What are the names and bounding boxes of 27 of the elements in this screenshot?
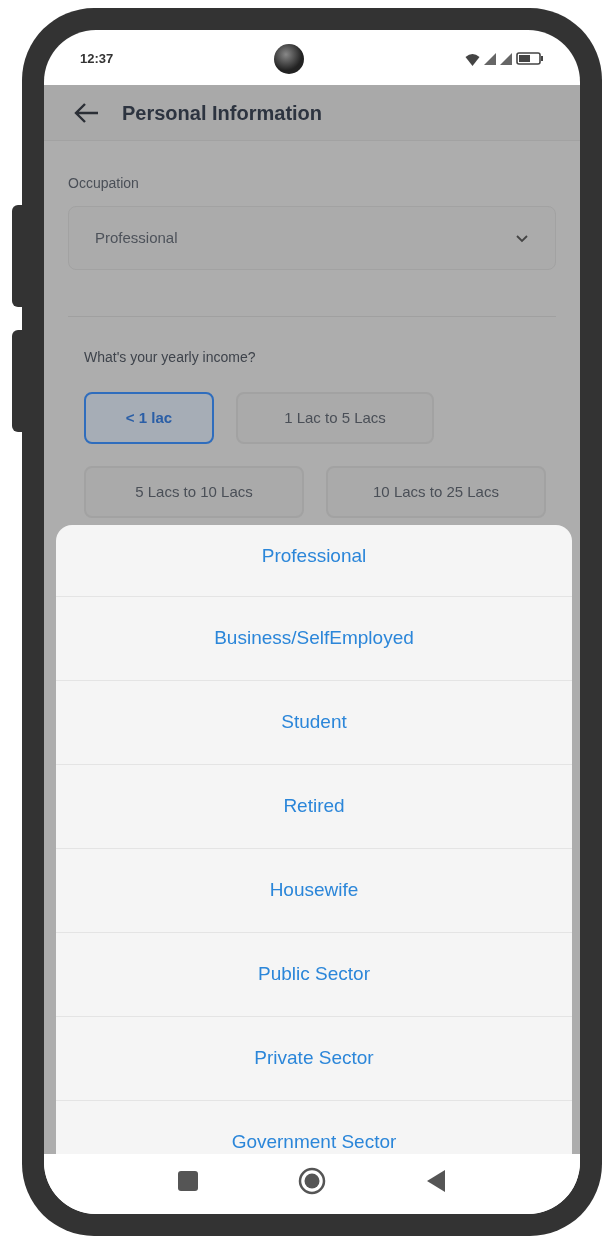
income-option[interactable]: 10 Lacs to 25 Lacs — [326, 466, 546, 518]
dropdown-value: Professional — [95, 227, 178, 248]
screen-title: Personal Information — [122, 100, 323, 126]
back-nav-icon[interactable] — [426, 1169, 446, 1193]
occupation-option[interactable]: Private Sector — [254, 1044, 374, 1073]
status-time: 12:37 — [80, 49, 114, 68]
income-question: What's your yearly income? — [84, 348, 257, 367]
home-nav-icon[interactable] — [298, 1167, 326, 1195]
field-label: Occupation — [68, 174, 140, 193]
camera-icon — [274, 43, 305, 74]
occupation-option[interactable]: Business/SelfEmployed — [214, 624, 414, 653]
occupation-option[interactable]: Retired — [283, 792, 345, 821]
occupation-option[interactable]: Housewife — [269, 876, 359, 905]
signal-icon — [500, 52, 512, 65]
occupation-option[interactable]: Student — [281, 708, 347, 737]
wifi-icon — [465, 51, 480, 66]
income-option[interactable]: 5 Lacs to 10 Lacs — [84, 466, 304, 518]
battery-icon — [516, 52, 544, 65]
income-option[interactable]: < 1 lac — [84, 392, 214, 444]
chevron-down-icon — [515, 233, 529, 243]
signal-icon — [484, 52, 496, 65]
occupation-dropdown[interactable]: Professional — [68, 206, 556, 270]
occupation-option[interactable]: Government Sector — [231, 1128, 397, 1154]
income-option[interactable]: 1 Lac to 5 Lacs — [236, 392, 434, 444]
occupation-option[interactable]: Public Sector — [258, 960, 370, 989]
back-arrow-icon[interactable] — [74, 101, 100, 124]
occupation-option[interactable]: Professional — [261, 542, 367, 571]
